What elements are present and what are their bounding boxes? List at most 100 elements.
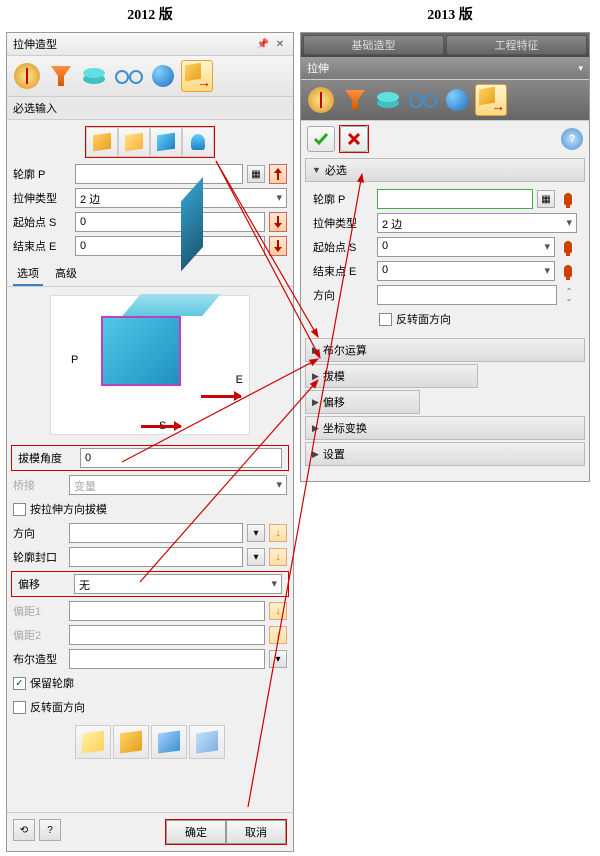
mic-profile-icon[interactable] xyxy=(559,190,577,208)
cb-flip[interactable] xyxy=(13,701,26,714)
row-bridge: 桥接 变量 xyxy=(7,473,293,497)
result-type-icons xyxy=(7,719,293,765)
label-offset: 偏移 xyxy=(18,576,70,592)
mic-start-icon[interactable] xyxy=(559,238,577,256)
layers-icon[interactable] xyxy=(79,60,111,92)
compass-icon-r[interactable] xyxy=(305,84,337,116)
mic-end-icon[interactable] xyxy=(559,262,577,280)
cancel-icon[interactable] xyxy=(340,126,368,152)
label-offset1: 偏距1 xyxy=(13,603,65,619)
help-icon[interactable]: ? xyxy=(39,819,61,841)
input-cap[interactable] xyxy=(69,547,243,567)
bool-dd-icon[interactable]: ▾ xyxy=(269,650,287,668)
tab-advanced[interactable]: 高级 xyxy=(51,262,81,286)
compass-icon[interactable] xyxy=(11,60,43,92)
cb-draft-dir[interactable] xyxy=(13,503,26,516)
preview-3d: P E S xyxy=(50,295,250,435)
sphere-icon-r[interactable] xyxy=(441,84,473,116)
acc-boolean[interactable]: ▶布尔运算 xyxy=(305,338,585,362)
section-required: 必选输入 xyxy=(7,97,293,120)
close-icon[interactable]: ✕ xyxy=(273,37,287,51)
row-start: 起始点 S xyxy=(7,210,293,234)
input-start[interactable] xyxy=(75,212,265,232)
row-direction: 方向 ▾ ↓ xyxy=(7,521,293,545)
footer-2012: ⟲ ? 确定 取消 xyxy=(7,812,293,851)
dir-chev-icon[interactable]: ⌃⌄ xyxy=(561,288,577,302)
acc-settings[interactable]: ▶设置 xyxy=(305,442,585,466)
toolbar-2013 xyxy=(301,80,589,121)
apply-icon[interactable] xyxy=(307,126,335,152)
acc-offset[interactable]: ▶偏移 xyxy=(305,390,420,414)
input-draft[interactable] xyxy=(80,448,282,468)
bool-base-icon[interactable] xyxy=(86,127,118,157)
tabs: 选项 高级 xyxy=(7,258,293,287)
cb-flip-r-label: 反转面方向 xyxy=(396,311,451,327)
combo-offset[interactable]: 无 xyxy=(74,574,282,594)
cap-dd-icon[interactable]: ▾ xyxy=(247,548,265,566)
result-surface-icon[interactable] xyxy=(113,725,149,759)
cb-draft-dir-row: 按拉伸方向拔模 xyxy=(7,497,293,521)
label-profile: 轮廓 P xyxy=(13,166,71,182)
row-cap: 轮廓封口 ▾ ↓ xyxy=(7,545,293,569)
swap-off2-icon[interactable]: ↓ xyxy=(269,626,287,644)
label-boolean-body: 布尔造型 xyxy=(13,651,65,667)
result-solid-icon[interactable] xyxy=(75,725,111,759)
swap-profile-icon[interactable] xyxy=(269,164,287,184)
layers-icon-r[interactable] xyxy=(373,84,405,116)
row-offset1: 偏距1 ↓ xyxy=(7,599,293,623)
input-profile[interactable] xyxy=(75,164,243,184)
help-icon-r[interactable]: ? xyxy=(561,128,583,150)
swap-end-icon[interactable] xyxy=(269,236,287,256)
bool-add-icon[interactable] xyxy=(118,127,150,157)
boolean-icons-box xyxy=(85,126,215,158)
title-bar-2012: 拉伸造型 📌 ✕ xyxy=(7,33,293,56)
result-wire-icon[interactable] xyxy=(189,725,225,759)
glasses-icon-r[interactable] xyxy=(407,84,439,116)
tab-options[interactable]: 选项 xyxy=(13,262,43,286)
acc-draft[interactable]: ▶拔模 xyxy=(305,364,478,388)
swap-cap-icon[interactable]: ↓ xyxy=(269,548,287,566)
row-profile: 轮廓 P ▦ xyxy=(7,162,293,186)
label-profile-r: 轮廓 P xyxy=(313,191,373,207)
input-boolean-body[interactable] xyxy=(69,649,265,669)
label-type: 拉伸类型 xyxy=(13,190,71,206)
acc-coord[interactable]: ▶坐标变换 xyxy=(305,416,585,440)
cb-keep[interactable]: ✓ xyxy=(13,677,26,690)
extrude-icon-r[interactable] xyxy=(475,84,507,116)
acc-required[interactable]: ▼必选 xyxy=(305,158,585,182)
funnel-icon[interactable] xyxy=(45,60,77,92)
pick-profile-icon[interactable]: ▦ xyxy=(247,165,265,183)
ribbon-feature[interactable]: 工程特征 xyxy=(446,35,587,55)
combo-type-r[interactable]: 2 边 xyxy=(377,213,577,233)
input-profile-r[interactable] xyxy=(377,189,533,209)
swap-dir-icon[interactable]: ↓ xyxy=(269,524,287,542)
input-direction-r[interactable] xyxy=(377,285,557,305)
funnel-icon-r[interactable] xyxy=(339,84,371,116)
reset-icon[interactable]: ⟲ xyxy=(13,819,35,841)
input-end-r[interactable]: 0 xyxy=(377,261,555,281)
header-2012: 2012 版 xyxy=(127,4,173,24)
input-direction[interactable] xyxy=(69,523,243,543)
bool-intersect-icon[interactable] xyxy=(182,127,214,157)
row-offset: 偏移 无 xyxy=(11,571,289,597)
ok-cancel-row: ? xyxy=(301,121,589,157)
input-end[interactable] xyxy=(75,236,265,256)
extrude-icon[interactable] xyxy=(181,60,213,92)
glasses-icon[interactable] xyxy=(113,60,145,92)
bool-sub-icon[interactable] xyxy=(150,127,182,157)
swap-start-icon[interactable] xyxy=(269,212,287,232)
pin-icon[interactable]: 📌 xyxy=(256,37,270,51)
label-p: P xyxy=(71,354,78,366)
input-start-r[interactable]: 0 xyxy=(377,237,555,257)
ok-button[interactable]: 确定 xyxy=(166,820,226,844)
row-offset2: 偏距2 ↓ xyxy=(7,623,293,647)
dir-dd-icon[interactable]: ▾ xyxy=(247,524,265,542)
result-thin-icon[interactable] xyxy=(151,725,187,759)
pick-profile-r-icon[interactable]: ▦ xyxy=(537,190,555,208)
label-bridge: 桥接 xyxy=(13,477,65,493)
ribbon-basic[interactable]: 基础造型 xyxy=(303,35,444,55)
cb-flip-r[interactable] xyxy=(379,313,392,326)
cancel-button[interactable]: 取消 xyxy=(226,820,286,844)
swap-off1-icon[interactable]: ↓ xyxy=(269,602,287,620)
sphere-icon[interactable] xyxy=(147,60,179,92)
